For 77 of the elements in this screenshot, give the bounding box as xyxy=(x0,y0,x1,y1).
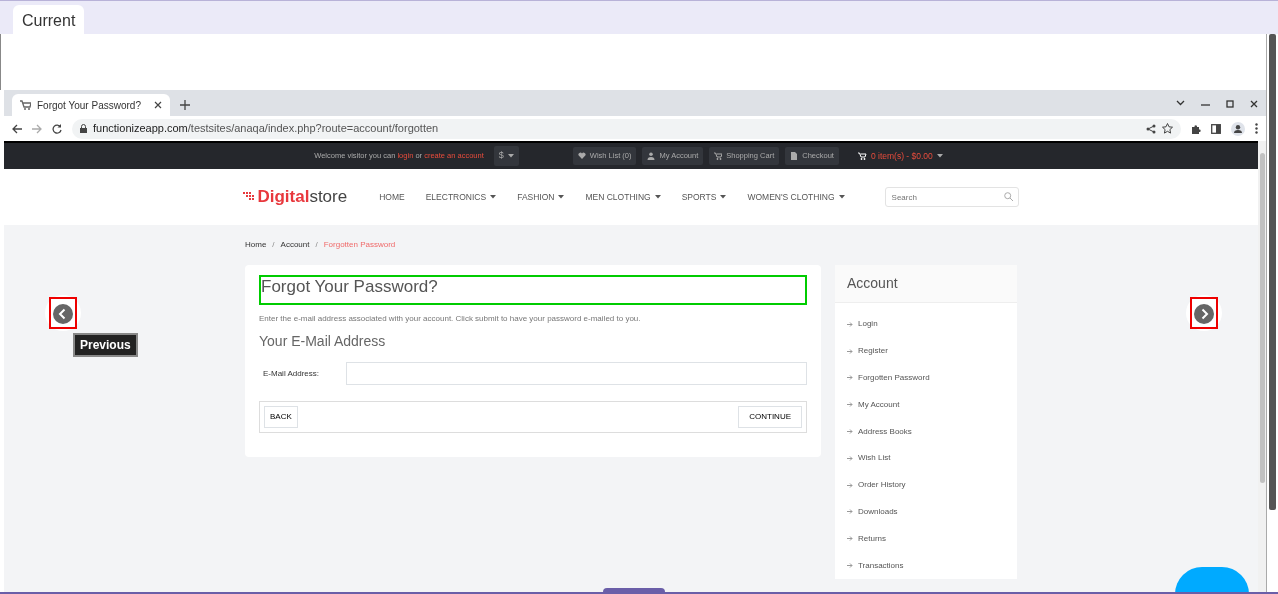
intro-text: Enter the e-mail address associated with your account. Click submit to have your password e-mailed to you. xyxy=(259,313,642,326)
sidebar-item[interactable]: Order History xyxy=(835,471,1017,499)
address-bar[interactable]: functionizeapp.com/testsites/anaqa/index.php?route=account/forgotten xyxy=(72,118,1181,139)
nav-link[interactable]: WOMEN'S CLOTHING xyxy=(747,190,835,204)
sidebar-item[interactable]: Register xyxy=(835,337,1017,365)
arrow-right-icon xyxy=(847,455,853,461)
arrow-right-icon xyxy=(847,375,853,381)
nav-link[interactable]: SPORTS xyxy=(681,190,717,204)
close-icon[interactable] xyxy=(154,101,162,109)
continue-button[interactable]: CONTINUE xyxy=(738,406,802,429)
cart-icon xyxy=(857,151,867,161)
breadcrumb-link[interactable]: Home xyxy=(245,239,267,251)
sidebar-title: Account xyxy=(835,265,1017,303)
reload-icon[interactable] xyxy=(52,123,62,134)
tab-title: Forgot Your Password? xyxy=(37,98,142,113)
side-panel-icon[interactable] xyxy=(1211,123,1221,134)
field-label: E-Mail Address: xyxy=(262,367,321,380)
arrow-right-icon xyxy=(847,348,853,354)
nav-link[interactable]: MEN CLOTHING xyxy=(585,190,651,204)
section-heading: Your E-Mail Address xyxy=(259,333,387,351)
previous-button[interactable] xyxy=(49,297,77,329)
page-heading: Forgot Your Password? xyxy=(259,275,807,306)
plus-icon[interactable] xyxy=(180,100,190,110)
sidebar-item[interactable]: Wish List xyxy=(835,445,1017,472)
breadcrumb-link[interactable]: Account xyxy=(280,239,310,251)
arrow-right-icon xyxy=(847,536,853,542)
cart-dropdown[interactable]: 0 item(s) - $0.00 xyxy=(852,146,948,166)
viewer-tab[interactable]: Current xyxy=(13,5,85,37)
email-field[interactable] xyxy=(345,362,807,386)
profile-icon[interactable] xyxy=(1231,121,1245,136)
puzzle-icon[interactable] xyxy=(1191,123,1201,134)
arrow-right-icon xyxy=(847,509,853,515)
sidebar-item[interactable]: Returns xyxy=(835,525,1017,553)
menu-icon[interactable] xyxy=(1255,123,1258,134)
document-icon xyxy=(790,152,799,160)
caret-icon xyxy=(936,154,943,158)
breadcrumb-separator: / xyxy=(272,239,275,251)
sidebar-item[interactable]: Forgotten Password xyxy=(835,364,1017,392)
arrow-right-icon xyxy=(847,321,853,327)
sidebar-item[interactable]: Address Books xyxy=(835,418,1017,445)
sidebar-item[interactable]: Transactions xyxy=(835,552,1017,579)
chevron-down-icon[interactable] xyxy=(1176,100,1185,106)
browser-tab[interactable]: Forgot Your Password? xyxy=(12,94,170,116)
nav-link[interactable]: HOME xyxy=(379,190,405,204)
sidebar-item[interactable]: Login xyxy=(835,311,1017,338)
search-field[interactable]: Search xyxy=(884,187,1019,207)
share-icon[interactable] xyxy=(1146,123,1156,134)
maximize-icon[interactable] xyxy=(1226,100,1234,108)
next-button[interactable] xyxy=(1190,297,1218,329)
arrow-right-icon xyxy=(847,429,853,435)
url-text: functionizeapp.com/testsites/anaqa/index.php?route=account/forgotten xyxy=(93,121,439,137)
star-icon[interactable] xyxy=(1162,123,1173,134)
currency-dropdown[interactable]: $ xyxy=(493,146,519,166)
sidebar-item[interactable]: My Account xyxy=(835,391,1017,419)
arrow-right-icon xyxy=(847,563,853,569)
breadcrumb-separator: / xyxy=(315,239,318,251)
nav-link[interactable]: FASHION xyxy=(517,190,555,204)
arrow-right-icon xyxy=(847,402,853,408)
cart-icon xyxy=(714,152,723,160)
scrollbar-thumb[interactable] xyxy=(1259,153,1265,483)
site-logo[interactable]: Digitalstore xyxy=(243,184,348,210)
tooltip: Previous xyxy=(73,333,138,357)
scrollbar-thumb[interactable] xyxy=(1269,34,1276,510)
chevron-right-icon xyxy=(1194,303,1214,324)
logo-mark-icon xyxy=(243,192,256,202)
sidebar-item[interactable]: Downloads xyxy=(835,498,1017,526)
caret-icon xyxy=(507,154,514,158)
nav-link[interactable]: ELECTRONICS xyxy=(425,190,487,204)
back-button[interactable]: BACK xyxy=(264,406,298,429)
user-icon xyxy=(647,152,656,160)
close-icon[interactable] xyxy=(1250,100,1258,108)
arrow-right-icon xyxy=(847,482,853,488)
heart-icon xyxy=(577,152,586,160)
cart-icon xyxy=(20,100,31,110)
back-arrow-icon[interactable] xyxy=(12,123,22,134)
chevron-left-icon xyxy=(53,303,73,324)
lock-icon xyxy=(80,124,87,133)
